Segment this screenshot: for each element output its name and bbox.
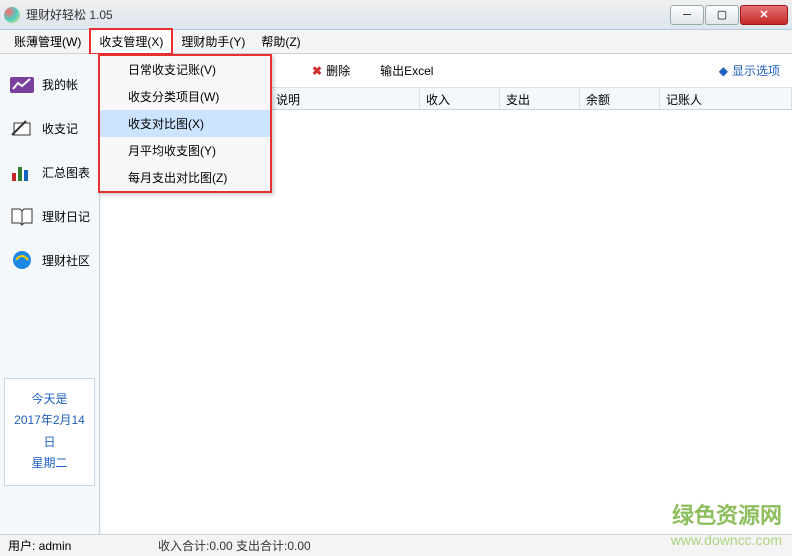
close-button[interactable]: ✕ xyxy=(740,5,788,25)
export-excel-button[interactable]: 输出Excel xyxy=(380,62,433,79)
dropdown-income-expense: 日常收支记账(V) 收支分类项目(W) 收支对比图(X) 月平均收支图(Y) 每… xyxy=(98,54,272,193)
window-titlebar: 理财好轻松 1.05 ─ ▢ ✕ xyxy=(0,0,792,30)
col-balance[interactable]: 余额 xyxy=(580,88,660,109)
delete-x-icon: ✖ xyxy=(312,64,322,78)
sidebar-label: 理财社区 xyxy=(42,252,90,269)
sidebar-label: 我的帐 xyxy=(42,76,78,93)
sidebar-item-community[interactable]: 理财社区 xyxy=(4,238,95,282)
dropdown-compare-chart[interactable]: 收支对比图(X) xyxy=(100,110,270,137)
sidebar-item-summary[interactable]: 汇总图表 xyxy=(4,150,95,194)
status-totals: 收入合计:0.00 支出合计:0.00 xyxy=(158,537,311,554)
dropdown-daily-record[interactable]: 日常收支记账(V) xyxy=(100,56,270,83)
ie-icon xyxy=(8,248,36,272)
pen-note-icon xyxy=(8,116,36,140)
menu-assistant[interactable]: 理财助手(Y) xyxy=(173,30,253,53)
delete-button[interactable]: ✖删除 xyxy=(312,62,350,79)
bar-chart-icon xyxy=(8,160,36,184)
date-weekday: 星期二 xyxy=(9,453,90,475)
col-income[interactable]: 收入 xyxy=(420,88,500,109)
menu-accounts[interactable]: 账薄管理(W) xyxy=(6,30,89,53)
book-icon xyxy=(8,204,36,228)
show-options-button[interactable]: ◆显示选项 xyxy=(719,62,780,79)
sidebar-item-myaccount[interactable]: 我的帐 xyxy=(4,62,95,106)
col-recorder[interactable]: 记账人 xyxy=(660,88,792,109)
sidebar-label: 理财日记 xyxy=(42,208,90,225)
sidebar-item-diary[interactable]: 理财日记 xyxy=(4,194,95,238)
watermark-text: 绿色资源网 xyxy=(672,498,782,530)
minimize-button[interactable]: ─ xyxy=(670,5,704,25)
diamond-icon: ◆ xyxy=(719,64,728,78)
sidebar-label: 汇总图表 xyxy=(42,164,90,181)
window-title: 理财好轻松 1.05 xyxy=(26,6,670,23)
sidebar-item-income[interactable]: 收支记 xyxy=(4,106,95,150)
date-box: 今天是 2017年2月14日 星期二 xyxy=(4,378,95,486)
dropdown-category[interactable]: 收支分类项目(W) xyxy=(100,83,270,110)
chart-up-icon xyxy=(8,72,36,96)
maximize-button[interactable]: ▢ xyxy=(705,5,739,25)
date-today-label: 今天是 xyxy=(9,389,90,411)
window-controls: ─ ▢ ✕ xyxy=(670,5,788,25)
date-value: 2017年2月14日 xyxy=(9,410,90,453)
dropdown-expense-compare[interactable]: 每月支出对比图(Z) xyxy=(100,164,270,191)
sidebar-label: 收支记 xyxy=(42,120,78,137)
menu-help[interactable]: 帮助(Z) xyxy=(253,30,308,53)
status-user: 用户: admin xyxy=(8,537,158,554)
col-description[interactable]: 说明 xyxy=(270,88,420,109)
col-expense[interactable]: 支出 xyxy=(500,88,580,109)
menubar: 账薄管理(W) 收支管理(X) 理财助手(Y) 帮助(Z) xyxy=(0,30,792,54)
watermark-url: www.downcc.com xyxy=(671,532,782,548)
app-icon xyxy=(4,7,20,23)
menu-income-expense[interactable]: 收支管理(X) xyxy=(89,28,173,55)
dropdown-monthly-avg[interactable]: 月平均收支图(Y) xyxy=(100,137,270,164)
sidebar: 我的帐 收支记 汇总图表 理财日记 理财社区 xyxy=(0,54,100,534)
